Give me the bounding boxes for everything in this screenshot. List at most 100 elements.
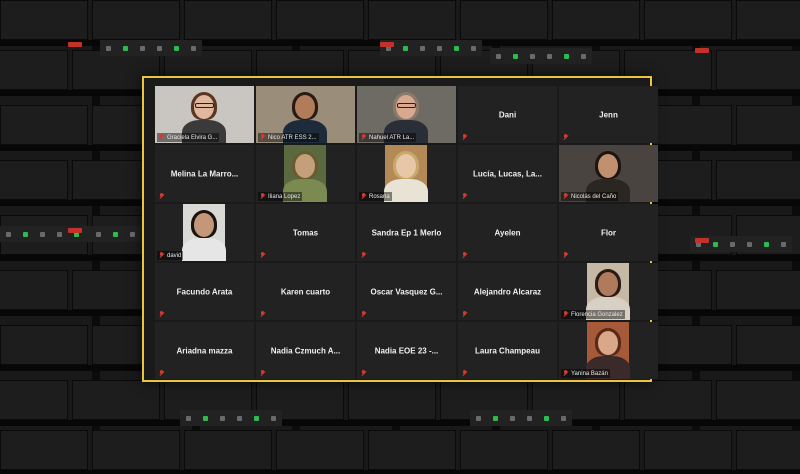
toolbar-icon (186, 415, 191, 421)
participant-tile[interactable]: Iliana Lopez (256, 145, 355, 202)
background-tile (716, 50, 800, 90)
muted-mic-icon (260, 193, 266, 200)
muted-mic-icon (361, 252, 367, 259)
participant-status (359, 369, 369, 378)
toolbar-icon (764, 241, 769, 247)
background-meeting-toolbar (490, 48, 592, 64)
participant-tile[interactable]: Flor (559, 204, 658, 261)
toolbar-icon (496, 53, 501, 59)
background-tile (460, 430, 548, 470)
muted-mic-icon (159, 370, 165, 377)
muted-mic-icon (159, 311, 165, 318)
participant-tile[interactable]: Nahuel ATR La... (357, 86, 456, 143)
background-meeting-toolbar (100, 40, 202, 56)
toolbar-icon (781, 241, 786, 247)
participant-tile[interactable]: Ayelen (458, 204, 557, 261)
participant-tile[interactable]: Karen cuarto (256, 263, 355, 320)
toolbar-icon (96, 231, 101, 237)
participant-tile[interactable]: Rosana (357, 145, 456, 202)
toolbar-icon (271, 415, 276, 421)
participant-tile[interactable]: Nadia EOE 23 -... (357, 322, 456, 379)
participant-name: Sandra Ep 1 Merlo (371, 228, 442, 237)
background-tile (0, 105, 88, 145)
participant-status (258, 369, 268, 378)
toolbar-icon (157, 45, 162, 51)
end-meeting-button (695, 48, 709, 53)
participant-tile[interactable]: Dani (458, 86, 557, 143)
background-tile (368, 430, 456, 470)
participant-name: Nadia Czmuch A... (270, 346, 341, 355)
background-tile (276, 0, 364, 40)
background-tile (0, 380, 68, 420)
participant-name: david (167, 252, 182, 259)
participant-name: Florencia Gonzalez (571, 311, 623, 318)
participant-tile[interactable]: Graciela Elvira G... (155, 86, 254, 143)
participant-tile[interactable]: Nadia Czmuch A... (256, 322, 355, 379)
participant-status (460, 133, 470, 142)
background-tile (72, 380, 160, 420)
muted-mic-icon (563, 134, 569, 141)
participant-name: Nadia EOE 23 -... (374, 346, 439, 355)
background-meeting-toolbar (470, 410, 572, 426)
participant-status (561, 251, 571, 260)
participant-tile[interactable]: Lucía, Lucas, La... (458, 145, 557, 202)
background-tile (716, 270, 800, 310)
participant-status (460, 192, 470, 201)
participant-tile[interactable]: Jenn (559, 86, 658, 143)
end-meeting-button (695, 238, 709, 243)
zoom-collage: Graciela Elvira G... Nico ATR ESS 2... Nah… (0, 0, 800, 474)
participant-status (258, 310, 268, 319)
participant-name: Dani (498, 110, 517, 119)
participant-tile[interactable]: Yanina Bazán (559, 322, 658, 379)
participant-name-tag: Nahuel ATR La... (359, 133, 417, 142)
participant-name: Alejandro Alcaraz (473, 287, 542, 296)
focused-meeting-window[interactable]: Graciela Elvira G... Nico ATR ESS 2... Nah… (142, 76, 658, 382)
participant-name: Iliana Lopez (268, 193, 301, 200)
participant-tile[interactable]: Nicolás del Caño (559, 145, 658, 202)
muted-mic-icon (260, 311, 266, 318)
participant-tile[interactable]: Tomas (256, 204, 355, 261)
participant-name: Ariadna mazza (176, 346, 233, 355)
participant-tile[interactable]: david (155, 204, 254, 261)
participant-name: Lucía, Lucas, La... (473, 169, 542, 178)
muted-mic-icon (159, 134, 165, 141)
toolbar-icon (510, 415, 515, 421)
participant-tile[interactable]: Sandra Ep 1 Merlo (357, 204, 456, 261)
background-tile (644, 0, 732, 40)
participant-name: Laura Champeau (475, 346, 540, 355)
toolbar-icon (174, 45, 179, 51)
muted-mic-icon (462, 370, 468, 377)
participant-name: Karen cuarto (280, 287, 331, 296)
toolbar-icon (191, 45, 196, 51)
background-tile (0, 430, 88, 470)
muted-mic-icon (563, 193, 569, 200)
muted-mic-icon (361, 134, 367, 141)
background-tile (716, 160, 800, 200)
participant-tile[interactable]: Melina La Marro... (155, 145, 254, 202)
participant-name: Flor (600, 228, 617, 237)
participant-tile[interactable]: Oscar Vasquez G... (357, 263, 456, 320)
toolbar-icon (106, 45, 111, 51)
participant-tile[interactable]: Alejandro Alcaraz (458, 263, 557, 320)
participant-status (157, 192, 167, 201)
muted-mic-icon (361, 311, 367, 318)
toolbar-icon (747, 241, 752, 247)
participant-tile[interactable]: Ariadna mazza (155, 322, 254, 379)
toolbar-icon (203, 415, 208, 421)
participant-tile[interactable]: Nico ATR ESS 2... (256, 86, 355, 143)
background-meeting-toolbar (180, 410, 282, 426)
background-tile (736, 0, 800, 40)
participant-tile[interactable]: Laura Champeau (458, 322, 557, 379)
toolbar-icon (581, 53, 586, 59)
participant-tile[interactable]: Facundo Arata (155, 263, 254, 320)
toolbar-icon (730, 241, 735, 247)
toolbar-icon (530, 53, 535, 59)
toolbar-icon (220, 415, 225, 421)
participant-name-tag: Graciela Elvira G... (157, 133, 220, 142)
participant-name: Graciela Elvira G... (167, 134, 218, 141)
end-meeting-button (380, 42, 394, 47)
background-tile (736, 430, 800, 470)
muted-mic-icon (462, 193, 468, 200)
participant-tile[interactable]: Florencia Gonzalez (559, 263, 658, 320)
participant-status (460, 369, 470, 378)
